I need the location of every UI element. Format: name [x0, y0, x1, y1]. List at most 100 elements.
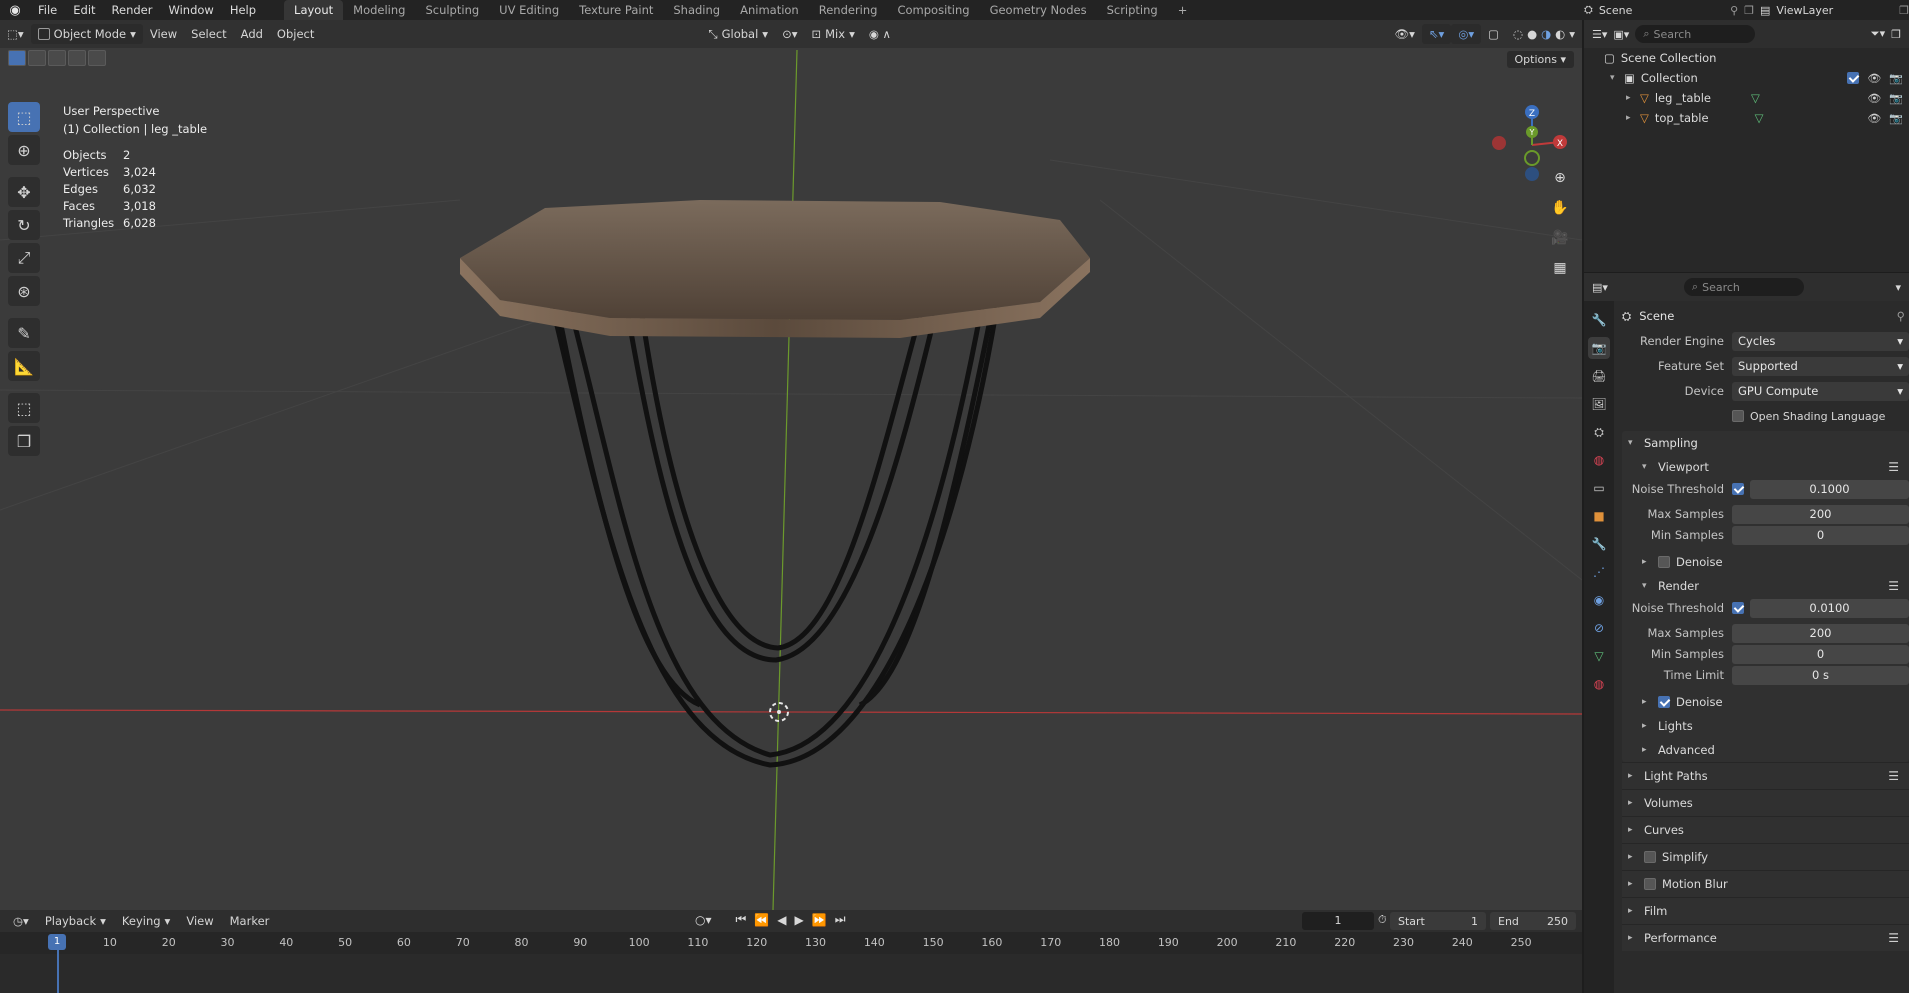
visibility-button[interactable]: 👁▾ — [1388, 24, 1422, 44]
editor-type-icon[interactable]: ▤▾ — [1592, 281, 1608, 294]
eye-icon[interactable]: 👁 — [1867, 92, 1881, 105]
proportional-edit-button[interactable]: ◉ ∧ — [862, 24, 898, 44]
performance-panel[interactable]: ▸ Performance ☰ — [1622, 924, 1909, 951]
ortho-grid-icon[interactable]: ▦ — [1548, 256, 1572, 280]
select-intersect-icon[interactable] — [88, 50, 106, 66]
workspace-tab-modeling[interactable]: Modeling — [343, 0, 415, 20]
pin-icon[interactable]: ⚲ — [1730, 4, 1738, 17]
chevron-down-icon[interactable]: ▾ — [1895, 281, 1901, 294]
tool-tab-icon[interactable]: 🔧 — [1588, 309, 1610, 331]
noise-threshold-field[interactable]: 0.0100 — [1750, 598, 1909, 618]
editor-type-button[interactable]: ◷▾ — [6, 911, 36, 931]
render-subpanel-header[interactable]: ▾ Render ☰ — [1622, 574, 1909, 598]
pivot-selector[interactable]: ⊙▾ — [775, 24, 804, 44]
shading-modes[interactable]: ◌ ● ◑ ◐ ▾ — [1506, 24, 1582, 44]
transform-tool-icon[interactable]: ⊛ — [8, 276, 40, 306]
time-limit-field[interactable]: 0 s — [1732, 665, 1909, 685]
camera-icon[interactable]: 📷 — [1889, 72, 1903, 85]
rendered-shading-icon[interactable]: ◐ — [1555, 27, 1565, 41]
wireframe-shading-icon[interactable]: ◌ — [1513, 27, 1523, 41]
annotate-tool-icon[interactable]: ✎ — [8, 318, 40, 348]
stopwatch-icon[interactable]: ⏱ — [1378, 913, 1387, 927]
neg-y-axis-icon[interactable] — [1524, 150, 1540, 166]
select-extend-icon[interactable] — [28, 50, 46, 66]
camera-icon[interactable]: 📷 — [1889, 92, 1903, 105]
blender-logo-icon[interactable]: ◉ — [0, 3, 30, 18]
min-samples-field[interactable]: 0 — [1732, 644, 1909, 664]
light-paths-panel[interactable]: ▸ Light Paths ☰ — [1622, 762, 1909, 789]
eye-icon[interactable]: 👁 — [1867, 72, 1881, 85]
workspace-tab-rendering[interactable]: Rendering — [809, 0, 888, 20]
max-samples-field[interactable]: 200 — [1732, 623, 1909, 643]
render-denoise-header[interactable]: ▸ Denoise — [1622, 690, 1909, 714]
select-new-icon[interactable] — [8, 50, 26, 66]
gizmo-toggle[interactable]: ⇖▾ — [1421, 24, 1452, 44]
editor-type-button[interactable]: ⬚▾ — [0, 24, 31, 44]
outliner-scene-collection[interactable]: ▢ Scene Collection — [1584, 48, 1909, 68]
workspace-tab-shading[interactable]: Shading — [663, 0, 730, 20]
add-cube-tool-icon[interactable]: ⬚ — [8, 393, 40, 423]
workspace-tab-geometry-nodes[interactable]: Geometry Nodes — [980, 0, 1097, 20]
rotate-tool-icon[interactable]: ↻ — [8, 210, 40, 240]
jump-start-icon[interactable]: ⏮ — [736, 912, 747, 927]
properties-search-input[interactable]: ⌕ Search — [1683, 278, 1804, 296]
constraints-tab-icon[interactable]: ⊘ — [1588, 617, 1610, 639]
noise-threshold-checkbox[interactable] — [1732, 483, 1744, 495]
menu-select[interactable]: Select — [184, 24, 233, 44]
new-scene-icon[interactable]: ❐ — [1744, 4, 1754, 17]
workspace-tab-sculpting[interactable]: Sculpting — [415, 0, 489, 20]
display-mode-icon[interactable]: ☰▾ — [1592, 28, 1607, 41]
presets-list-icon[interactable]: ☰ — [1888, 931, 1899, 945]
data-tab-icon[interactable]: ▽ — [1588, 645, 1610, 667]
move-tool-icon[interactable]: ✥ — [8, 177, 40, 207]
workspace-tab-layout[interactable]: Layout — [284, 0, 344, 20]
modifier-tab-icon[interactable]: 🔧 — [1588, 533, 1610, 555]
volumes-panel[interactable]: ▸ Volumes — [1622, 789, 1909, 816]
add-workspace-button[interactable]: + — [1168, 0, 1198, 20]
view-layer-tab-icon[interactable]: 🖼 — [1588, 393, 1610, 415]
jump-end-icon[interactable]: ⏭ — [835, 912, 846, 927]
3d-viewport[interactable]: ⬚▾ Object Mode ▾ View Select Add Object … — [0, 20, 1582, 910]
outliner-collection[interactable]: ▾ ▣ Collection 👁 📷 — [1584, 68, 1909, 88]
transform-orientation-selector[interactable]: ⤡ Global ▾ — [701, 24, 775, 44]
noise-threshold-field[interactable]: 0.1000 — [1750, 479, 1909, 499]
next-keyframe-icon[interactable]: ⏩ — [812, 913, 827, 927]
workspace-tab-scripting[interactable]: Scripting — [1097, 0, 1168, 20]
scene-selector[interactable]: ⛭ Scene ⚲ ❐ — [1584, 2, 1754, 18]
neg-z-axis-icon[interactable] — [1525, 167, 1539, 181]
outliner-search-input[interactable]: ⌕ Search — [1635, 25, 1756, 43]
motion-blur-checkbox[interactable] — [1644, 878, 1656, 890]
presets-list-icon[interactable]: ☰ — [1888, 460, 1899, 474]
collection-tab-icon[interactable]: ▭ — [1588, 477, 1610, 499]
select-invert-icon[interactable] — [68, 50, 86, 66]
world-tab-icon[interactable]: ◍ — [1588, 449, 1610, 471]
osl-checkbox[interactable] — [1732, 410, 1744, 422]
outliner-object-top-table[interactable]: ▸ ▽ top_table ▽ 👁 📷 — [1584, 108, 1909, 128]
menu-render[interactable]: Render — [104, 0, 161, 20]
chevron-right-icon[interactable]: ▸ — [1626, 113, 1640, 123]
menu-keying[interactable]: Keying ▾ — [115, 911, 177, 931]
add-object-tool-icon[interactable]: ❒ — [8, 426, 40, 456]
material-tab-icon[interactable]: ◍ — [1588, 673, 1610, 695]
menu-playback[interactable]: Playback ▾ — [38, 911, 113, 931]
simplify-panel[interactable]: ▸ Simplify — [1622, 843, 1909, 870]
advanced-subpanel-header[interactable]: ▸ Advanced — [1622, 738, 1909, 762]
render-engine-select[interactable]: Cycles ▾ — [1732, 331, 1909, 351]
view-layer-selector[interactable]: ▤ ViewLayer ❐ — [1760, 2, 1909, 18]
viewport-denoise-header[interactable]: ▸ Denoise — [1622, 550, 1909, 574]
snap-selector[interactable]: ⊡ Mix ▾ — [804, 24, 861, 44]
denoise-checkbox[interactable] — [1658, 556, 1670, 568]
new-view-layer-icon[interactable]: ❐ — [1899, 4, 1909, 17]
exclude-checkbox[interactable] — [1847, 71, 1860, 84]
simplify-checkbox[interactable] — [1644, 851, 1656, 863]
menu-help[interactable]: Help — [222, 0, 264, 20]
overlay-toggle[interactable]: ◎▾ — [1451, 24, 1482, 44]
pin-icon[interactable]: ⚲ — [1897, 309, 1905, 323]
max-samples-field[interactable]: 200 — [1732, 504, 1909, 524]
measure-tool-icon[interactable]: 📐 — [8, 351, 40, 381]
playhead[interactable]: 1 — [48, 934, 66, 950]
viewport-subpanel-header[interactable]: ▾ Viewport ☰ — [1622, 455, 1909, 479]
menu-marker[interactable]: Marker — [223, 911, 277, 931]
mode-selector[interactable]: Object Mode ▾ — [30, 24, 143, 44]
camera-view-icon[interactable]: 🎥 — [1548, 226, 1572, 250]
